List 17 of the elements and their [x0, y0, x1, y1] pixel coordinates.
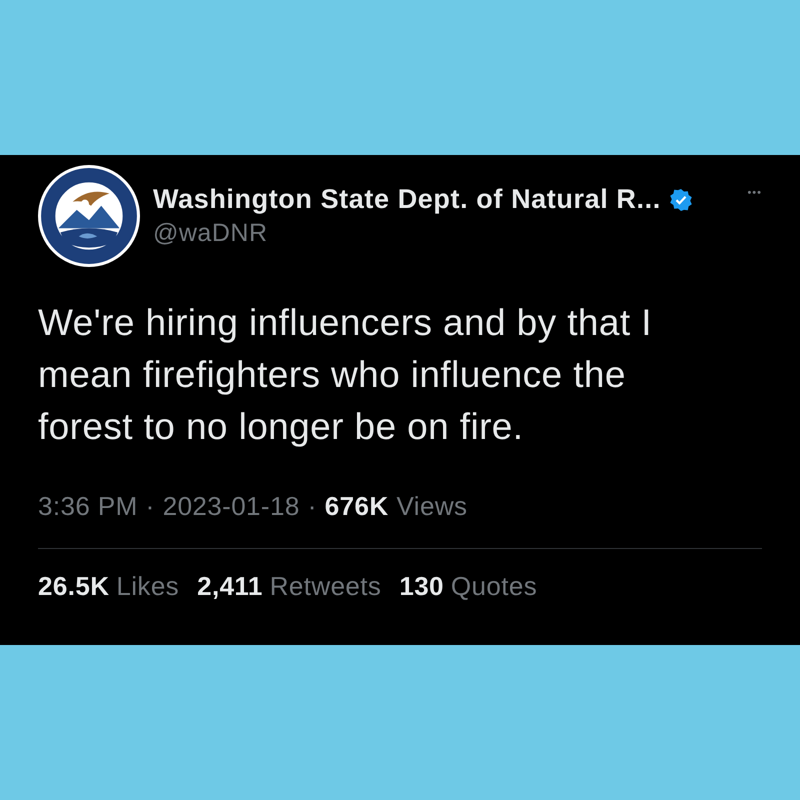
views-label: Views	[396, 491, 468, 522]
tweet-date: 2023-01-18	[162, 491, 300, 522]
separator-dot: ·	[308, 491, 317, 522]
views-count: 676K	[324, 491, 389, 522]
stat-count[interactable]: 130	[399, 571, 444, 602]
tweet-time: 3:36 PM	[38, 491, 138, 522]
stat-label[interactable]: Likes	[116, 571, 180, 602]
more-options-button[interactable]: •••	[747, 187, 762, 199]
tweet-text: We're hiring influencers and by that I mean firefighters who influence the forest to no longer be on fire.	[38, 301, 653, 449]
verified-badge-icon	[668, 188, 693, 212]
stat-label[interactable]: Quotes	[450, 571, 538, 602]
stat-count[interactable]: 26.5K	[38, 571, 110, 602]
stat-label[interactable]: Retweets	[270, 571, 382, 602]
author-handle[interactable]: @waDNR	[153, 219, 734, 248]
separator-dot: ·	[146, 491, 155, 522]
author-name[interactable]: Washington State Dept. of Natural R...	[153, 184, 661, 215]
stat-count[interactable]: 2,411	[197, 571, 263, 602]
